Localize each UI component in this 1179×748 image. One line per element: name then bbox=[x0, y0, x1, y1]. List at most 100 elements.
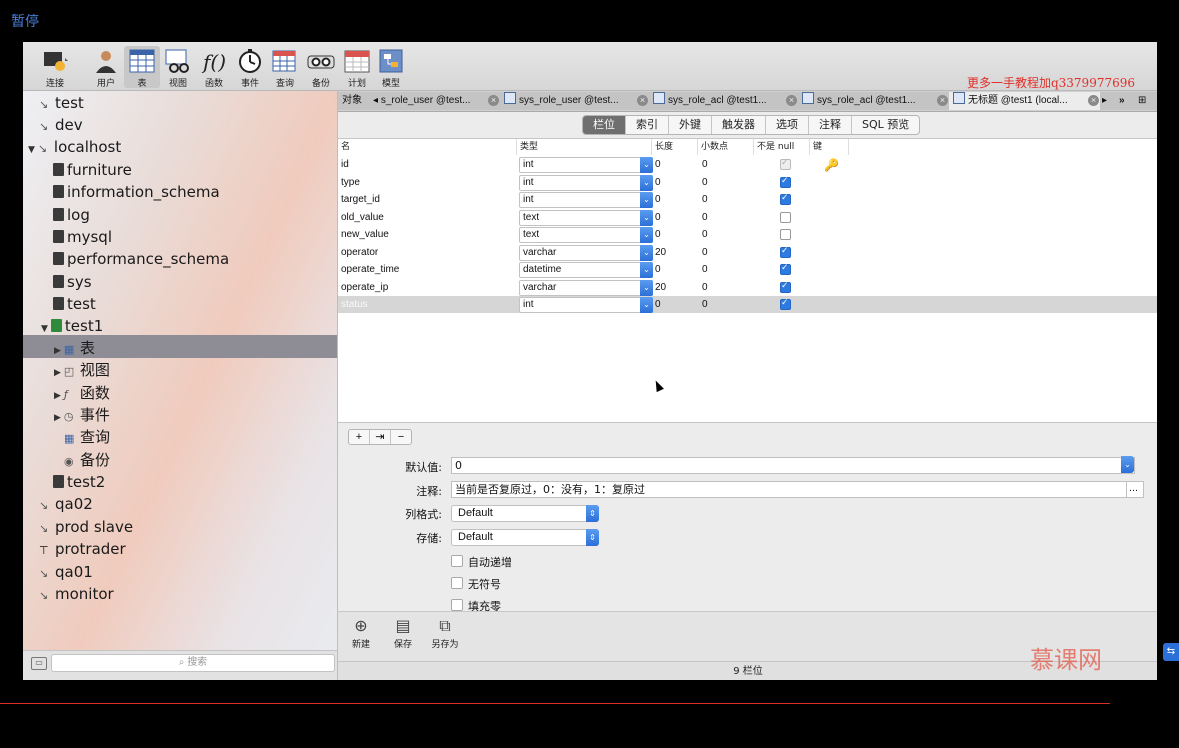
col-header-name[interactable]: 名 bbox=[338, 139, 517, 155]
delete-field-button[interactable]: − bbox=[391, 430, 411, 444]
tree-item-localhost[interactable]: ▼ ↘ localhost bbox=[28, 136, 121, 158]
field-type-select[interactable]: int ⌄ bbox=[519, 297, 653, 313]
table-row[interactable]: idint⌄00🔑 bbox=[338, 156, 1157, 173]
add-field-button[interactable]: + bbox=[349, 430, 370, 444]
not-null-checkbox[interactable] bbox=[780, 175, 791, 188]
not-null-checkbox[interactable] bbox=[780, 280, 791, 293]
close-icon[interactable]: × bbox=[488, 95, 499, 106]
toolbar-query-button[interactable]: 查询 bbox=[267, 46, 303, 89]
field-length-cell[interactable]: 0 bbox=[655, 296, 661, 313]
tab-sys-role-acl[interactable]: sys_role_acl @test1... × bbox=[798, 92, 953, 110]
field-type-select[interactable]: varchar ⌄ bbox=[519, 244, 653, 261]
tab-sql-preview[interactable]: SQL 预览 bbox=[852, 116, 919, 134]
tree-item-qa01-connection[interactable]: ↘ qa01 bbox=[39, 561, 93, 583]
close-icon[interactable]: × bbox=[1088, 95, 1099, 106]
tab-triggers[interactable]: 触发器 bbox=[712, 116, 766, 134]
tree-item-dev-connection[interactable]: ↘ dev bbox=[39, 114, 83, 136]
toolbar-schedule-button[interactable]: 计划 bbox=[339, 46, 375, 89]
video-progress-bar[interactable] bbox=[0, 703, 1110, 704]
close-icon[interactable]: × bbox=[786, 95, 797, 106]
tab-foreign-keys[interactable]: 外键 bbox=[669, 116, 712, 134]
disclosure-right-icon[interactable]: ▶ bbox=[54, 391, 61, 401]
field-name-cell[interactable]: target_id bbox=[341, 191, 380, 208]
field-name-cell[interactable]: id bbox=[341, 156, 349, 173]
tab-options[interactable]: 选项 bbox=[766, 116, 809, 134]
tree-item-db-test2[interactable]: test2 bbox=[53, 471, 105, 493]
field-decimals-cell[interactable]: 0 bbox=[702, 244, 708, 261]
tree-item-db-mysql[interactable]: mysql bbox=[53, 226, 112, 248]
disclosure-right-icon[interactable]: ▶ bbox=[54, 413, 61, 423]
field-length-cell[interactable]: 0 bbox=[655, 156, 661, 173]
field-decimals-cell[interactable]: 0 bbox=[702, 156, 708, 173]
toolbar-model-button[interactable]: 模型 bbox=[373, 46, 409, 89]
primary-key-icon[interactable]: 🔑 bbox=[824, 158, 839, 172]
comment-input[interactable]: 当前是否复原过，0：没有，1：复原过 bbox=[451, 481, 1128, 498]
tab-scroll-left-icon[interactable]: ◂ bbox=[373, 95, 381, 106]
field-name-cell[interactable]: type bbox=[341, 174, 360, 191]
tree-item-tables[interactable]: ▶ ▦ 表 bbox=[54, 337, 95, 359]
field-decimals-cell[interactable]: 0 bbox=[702, 209, 708, 226]
table-row[interactable]: operator varchar ⌄ 20 0 bbox=[338, 244, 1157, 261]
field-decimals-cell[interactable]: 0 bbox=[702, 174, 708, 191]
tab-sys-role-acl-design[interactable]: sys_role_acl @test1... × bbox=[649, 92, 802, 110]
disclosure-down-icon[interactable]: ▼ bbox=[41, 324, 48, 334]
field-type-select[interactable]: int ⌄ bbox=[519, 157, 653, 173]
checkbox-box[interactable] bbox=[451, 599, 463, 611]
field-type-select[interactable]: int ⌄ bbox=[519, 192, 653, 208]
not-null-checkbox[interactable] bbox=[780, 211, 791, 223]
field-length-cell[interactable]: 0 bbox=[655, 226, 661, 243]
tree-item-prod-slave-connection[interactable]: ↘ prod slave bbox=[39, 516, 133, 538]
tab-indexes[interactable]: 索引 bbox=[626, 116, 669, 134]
toolbar-function-button[interactable]: f() 函数 bbox=[196, 46, 232, 89]
table-row[interactable]: old_value text ⌄ 0 0 bbox=[338, 209, 1157, 226]
sidebar-toggle-icon[interactable]: ▭ bbox=[31, 657, 47, 670]
col-header-length[interactable]: 长度 bbox=[652, 139, 698, 155]
field-decimals-cell[interactable]: 0 bbox=[702, 191, 708, 208]
table-row[interactable]: type int ⌄ 0 0 bbox=[338, 174, 1157, 191]
table-row[interactable]: status int ⌄ 0 0 bbox=[338, 296, 1157, 313]
field-length-cell[interactable]: 0 bbox=[655, 261, 661, 278]
tree-item-db-information-schema[interactable]: information_schema bbox=[53, 181, 220, 203]
tab-fields[interactable]: 栏位 bbox=[583, 116, 626, 134]
not-null-checkbox[interactable] bbox=[780, 157, 791, 170]
field-decimals-cell[interactable]: 0 bbox=[702, 226, 708, 243]
tree-item-queries[interactable]: ▦ 查询 bbox=[64, 426, 110, 448]
field-length-cell[interactable]: 20 bbox=[655, 279, 666, 296]
side-remote-icon[interactable]: ⇆ bbox=[1163, 643, 1179, 661]
tab-untitled-active[interactable]: 无标题 @test1 (local... × bbox=[949, 92, 1104, 110]
field-name-cell[interactable]: operator bbox=[341, 244, 378, 261]
disclosure-down-icon[interactable]: ▼ bbox=[28, 145, 35, 155]
col-header-key[interactable]: 键 bbox=[810, 139, 849, 155]
field-length-cell[interactable]: 0 bbox=[655, 191, 661, 208]
col-header-type[interactable]: 类型 bbox=[517, 139, 652, 155]
column-format-select[interactable]: Default ⇕ bbox=[451, 505, 599, 522]
tree-item-functions[interactable]: ▶ ƒ 函数 bbox=[54, 382, 110, 404]
close-icon[interactable]: × bbox=[937, 95, 948, 106]
tree-item-views[interactable]: ▶ ◰ 视图 bbox=[54, 359, 110, 381]
not-null-checkbox[interactable] bbox=[780, 192, 791, 205]
tree-item-events[interactable]: ▶ ◷ 事件 bbox=[54, 404, 110, 426]
tree-item-monitor-connection[interactable]: ↘ monitor bbox=[39, 583, 114, 605]
not-null-checkbox[interactable] bbox=[780, 245, 791, 258]
sidebar-search-input[interactable]: ⌕ 搜索 bbox=[51, 654, 335, 672]
tree-item-db-sys[interactable]: sys bbox=[53, 271, 92, 293]
toolbar-backup-button[interactable]: 备份 bbox=[303, 46, 339, 89]
save-button[interactable]: ▤ 保存 bbox=[390, 617, 416, 651]
tab-s-role-user[interactable]: ◂ s_role_user @test... × bbox=[369, 92, 504, 110]
field-name-cell[interactable]: new_value bbox=[341, 226, 389, 243]
field-type-select[interactable]: datetime ⌄ bbox=[519, 262, 653, 278]
tree-item-db-furniture[interactable]: furniture bbox=[53, 159, 132, 181]
tree-item-db-performance-schema[interactable]: performance_schema bbox=[53, 248, 229, 270]
field-decimals-cell[interactable]: 0 bbox=[702, 296, 708, 313]
field-type-select[interactable]: int ⌄ bbox=[519, 174, 653, 191]
checkbox-box[interactable] bbox=[451, 555, 463, 567]
disclosure-right-icon[interactable]: ▶ bbox=[54, 346, 61, 356]
tree-item-db-test1[interactable]: ▼ test1 bbox=[41, 315, 103, 337]
new-button[interactable]: ⊕ 新建 bbox=[348, 617, 374, 651]
col-header-decimals[interactable]: 小数点 bbox=[698, 139, 754, 155]
not-null-checkbox[interactable] bbox=[780, 229, 791, 240]
tree-item-db-log[interactable]: log bbox=[53, 204, 90, 226]
field-type-select[interactable]: varchar ⌄ bbox=[519, 279, 653, 296]
field-name-cell[interactable]: operate_time bbox=[341, 261, 399, 278]
not-null-checkbox[interactable] bbox=[780, 297, 791, 310]
